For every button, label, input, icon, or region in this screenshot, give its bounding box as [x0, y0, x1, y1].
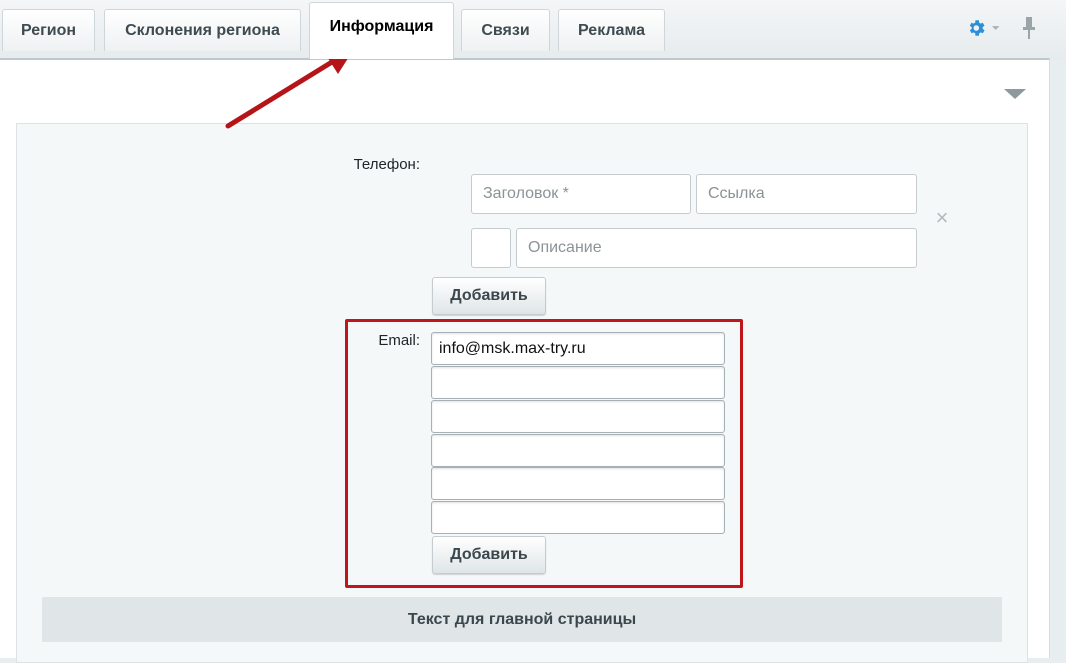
- tab-label: Информация: [329, 18, 434, 35]
- tab-region[interactable]: Регион: [2, 9, 95, 51]
- tab-label: Склонения региона: [125, 21, 280, 39]
- section-title: Текст для главной страницы: [407, 610, 637, 628]
- main-page-text-section-header: Текст для главной страницы: [42, 597, 1002, 642]
- tab-label: Реклама: [578, 21, 645, 39]
- tab-advertising[interactable]: Реклама: [558, 9, 665, 51]
- pin-icon[interactable]: [1018, 15, 1040, 41]
- phone-link-input[interactable]: [696, 174, 917, 214]
- remove-phone-icon[interactable]: ×: [934, 207, 950, 229]
- gear-icon: [969, 20, 985, 36]
- collapse-triangle-icon[interactable]: [1004, 88, 1026, 100]
- email-highlight-box: [345, 319, 743, 588]
- phone-label: Телефон:: [353, 156, 420, 173]
- settings-menu[interactable]: [966, 17, 1000, 39]
- chevron-down-icon: [991, 26, 1000, 30]
- tab-bar: Регион Склонения региона Информация Связ…: [0, 0, 1066, 60]
- add-phone-button[interactable]: Добавить: [432, 277, 546, 315]
- tab-label: Связи: [481, 21, 530, 39]
- tab-links[interactable]: Связи: [461, 9, 550, 51]
- phone-description-input[interactable]: [516, 228, 917, 268]
- tab-information[interactable]: Информация: [309, 2, 454, 59]
- phone-icon-input[interactable]: [471, 228, 511, 268]
- phone-title-input[interactable]: [471, 174, 691, 214]
- tab-label: Регион: [20, 21, 77, 39]
